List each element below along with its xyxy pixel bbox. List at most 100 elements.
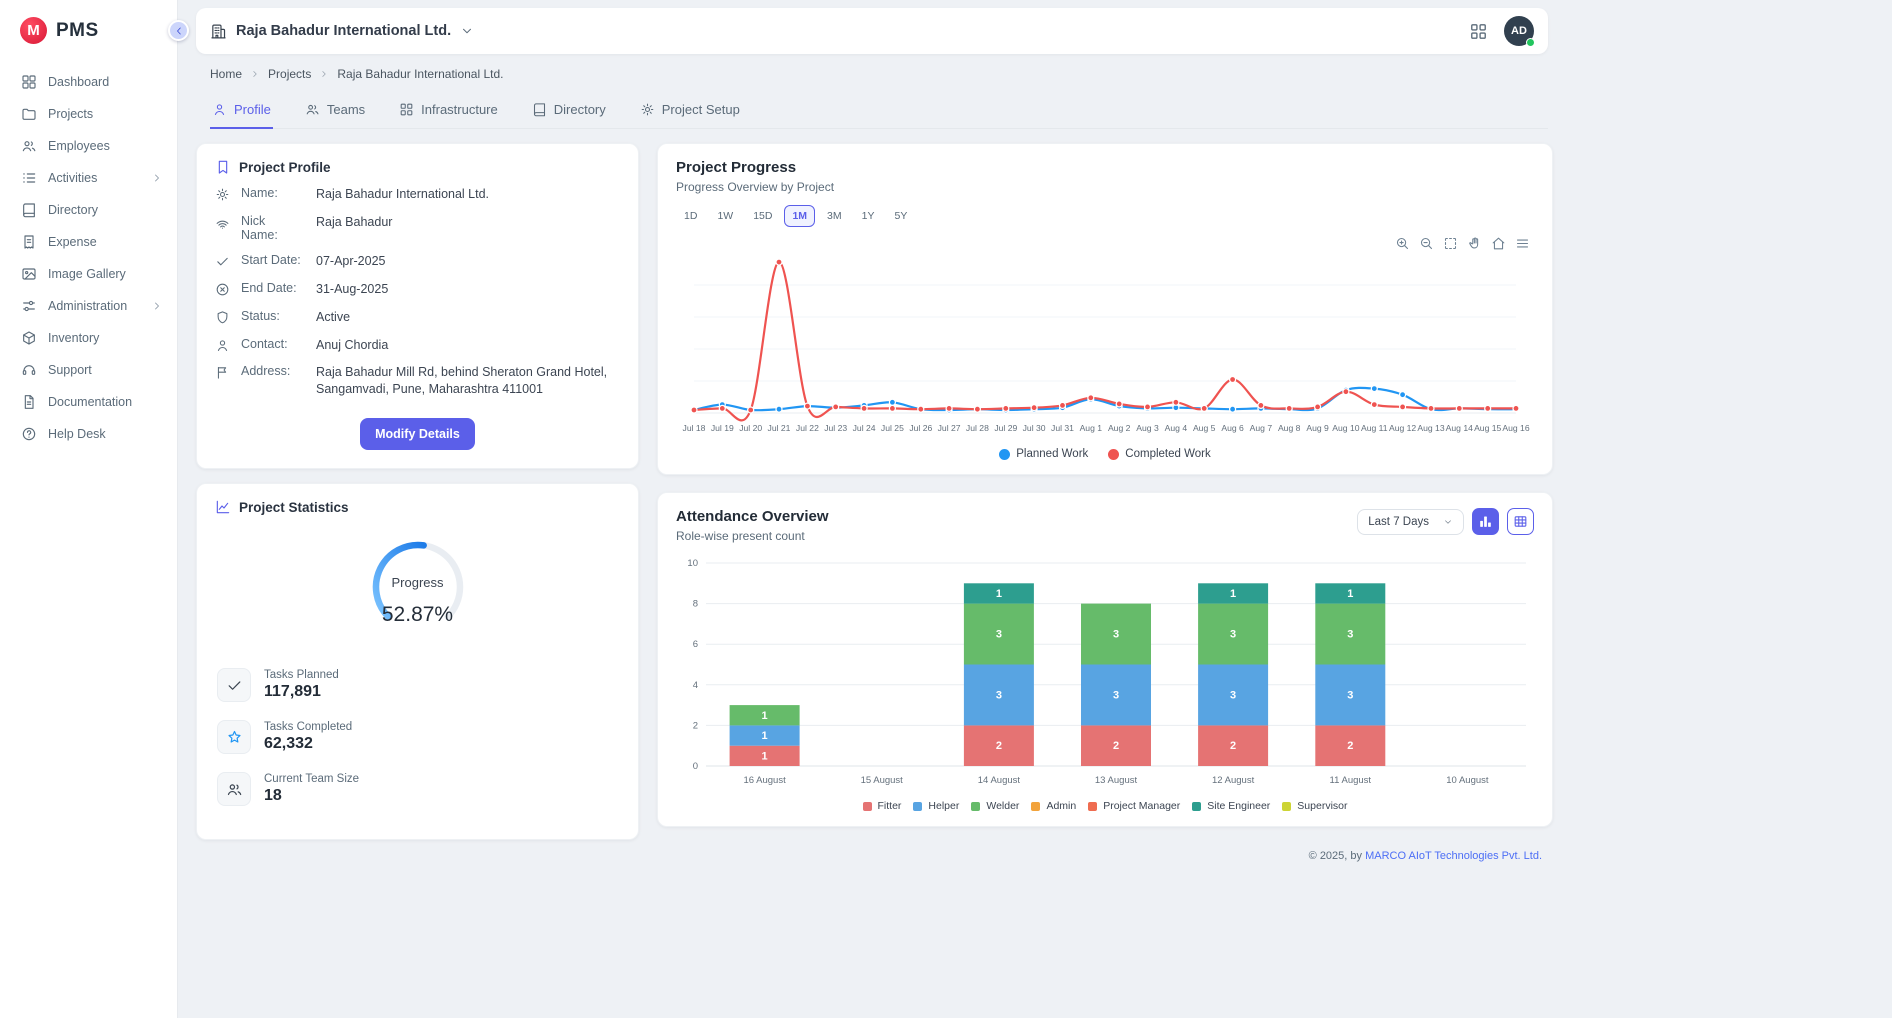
svg-text:1: 1 [1347, 588, 1353, 600]
app-name: PMS [56, 20, 99, 42]
legend-swatch [971, 802, 980, 811]
footer: © 2025, by MARCO AIoT Technologies Pvt. … [196, 850, 1548, 862]
sidebar-item-label: Directory [48, 203, 163, 217]
legend-item-completed-work[interactable]: Completed Work [1108, 448, 1210, 460]
range-button-1d[interactable]: 1D [676, 205, 705, 227]
legend-item-fitter[interactable]: Fitter [863, 800, 902, 812]
sidebar-item-activities[interactable]: Activities [0, 162, 177, 194]
profile-tab-icon [212, 102, 227, 117]
selection-icon[interactable] [1443, 236, 1458, 251]
breadcrumb-link-home[interactable]: Home [210, 67, 242, 81]
zoom-in-icon[interactable] [1395, 236, 1410, 251]
sidebar-item-help-desk[interactable]: Help Desk [0, 418, 177, 450]
profile-card-title: Project Profile [239, 160, 331, 175]
tab-directory[interactable]: Directory [530, 94, 608, 129]
sidebar-item-projects[interactable]: Projects [0, 98, 177, 130]
tab-infrastructure[interactable]: Infrastructure [397, 94, 500, 129]
legend-item-planned-work[interactable]: Planned Work [999, 448, 1088, 460]
tab-project-setup[interactable]: Project Setup [638, 94, 742, 129]
breadcrumb-link-projects[interactable]: Projects [268, 67, 311, 81]
legend-item-project-manager[interactable]: Project Manager [1088, 800, 1180, 812]
svg-text:1: 1 [762, 730, 768, 742]
svg-text:Aug 3: Aug 3 [1136, 423, 1159, 433]
svg-text:3: 3 [1230, 629, 1236, 641]
legend-item-helper[interactable]: Helper [913, 800, 959, 812]
menu-icon[interactable] [1515, 236, 1530, 251]
svg-text:3: 3 [996, 689, 1002, 701]
stat-label: Tasks Completed [264, 721, 352, 733]
sidebar-item-label: Employees [48, 139, 163, 153]
svg-text:Jul 30: Jul 30 [1023, 423, 1046, 433]
project-progress-card: Project Progress Progress Overview by Pr… [657, 143, 1553, 475]
range-button-1w[interactable]: 1W [709, 205, 741, 227]
legend-label: Helper [928, 800, 959, 812]
sidebar-item-documentation[interactable]: Documentation [0, 386, 177, 418]
expense-icon [21, 234, 37, 250]
stat-tasks-planned: Tasks Planned117,891 [215, 659, 620, 711]
svg-text:8: 8 [693, 599, 698, 610]
sidebar-item-employees[interactable]: Employees [0, 130, 177, 162]
svg-text:0: 0 [693, 761, 698, 772]
table-view-toggle[interactable] [1507, 508, 1534, 535]
inventory-icon [21, 330, 37, 346]
date-range-value: Last 7 Days [1368, 516, 1429, 528]
line-chart-canvas[interactable]: Jul 18Jul 19Jul 20Jul 21Jul 22Jul 23Jul … [676, 241, 1534, 446]
svg-text:3: 3 [1347, 629, 1353, 641]
progress-label: Progress [353, 575, 483, 590]
sidebar-item-expense[interactable]: Expense [0, 226, 177, 258]
sidebar-item-directory[interactable]: Directory [0, 194, 177, 226]
svg-text:Aug 4: Aug 4 [1165, 423, 1188, 433]
chart-view-toggle[interactable] [1472, 508, 1499, 535]
bar-chart-canvas[interactable]: 024681011116 August15 August233114 Augus… [676, 553, 1534, 798]
svg-text:Aug 6: Aug 6 [1221, 423, 1244, 433]
range-button-15d[interactable]: 15D [745, 205, 780, 227]
svg-text:Jul 24: Jul 24 [853, 423, 876, 433]
tab-profile[interactable]: Profile [210, 94, 273, 129]
apps-menu-button[interactable] [1469, 22, 1488, 41]
range-button-1m[interactable]: 1M [784, 205, 815, 227]
sidebar-item-image-gallery[interactable]: Image Gallery [0, 258, 177, 290]
bookmark-icon [215, 159, 231, 175]
zoom-out-icon[interactable] [1419, 236, 1434, 251]
field-label: Name: [241, 186, 305, 203]
sidebar-collapse-button[interactable] [168, 20, 189, 41]
pan-icon[interactable] [1467, 236, 1482, 251]
sidebar-item-administration[interactable]: Administration [0, 290, 177, 322]
date-range-select[interactable]: Last 7 Days [1357, 509, 1464, 535]
bar-chart-icon [1478, 514, 1493, 529]
range-button-5y[interactable]: 5Y [886, 205, 915, 227]
modify-details-button[interactable]: Modify Details [360, 418, 475, 450]
range-button-1y[interactable]: 1Y [854, 205, 883, 227]
sidebar-item-inventory[interactable]: Inventory [0, 322, 177, 354]
sidebar: M PMS Dashboard Projects Employees Activiti… [0, 0, 178, 1018]
svg-text:Jul 22: Jul 22 [796, 423, 819, 433]
footer-link[interactable]: MARCO AIoT Technologies Pvt. Ltd. [1365, 850, 1542, 862]
stat-label: Tasks Planned [264, 669, 339, 681]
svg-text:2: 2 [693, 720, 698, 731]
legend-item-admin[interactable]: Admin [1031, 800, 1076, 812]
range-button-3m[interactable]: 3M [819, 205, 850, 227]
field-label: Start Date: [241, 253, 305, 270]
tab-teams[interactable]: Teams [303, 94, 367, 129]
legend-item-site-engineer[interactable]: Site Engineer [1192, 800, 1270, 812]
project-profile-card: Project Profile Name:Raja Bahadur Intern… [196, 143, 639, 469]
footer-text: © 2025, by [1309, 850, 1362, 862]
legend-swatch [913, 802, 922, 811]
legend-label: Supervisor [1297, 800, 1347, 812]
company-selector[interactable]: Raja Bahadur International Ltd. [210, 23, 474, 40]
svg-text:Aug 1: Aug 1 [1080, 423, 1103, 433]
legend-dot [1108, 449, 1119, 460]
svg-text:Jul 25: Jul 25 [881, 423, 904, 433]
user-avatar[interactable]: AD [1504, 16, 1534, 46]
profile-field-nick-name: Nick Name:Raja Bahadur [215, 214, 620, 242]
sidebar-item-label: Projects [48, 107, 163, 121]
profile-field-name: Name:Raja Bahadur International Ltd. [215, 186, 620, 203]
app-logo[interactable]: M PMS [0, 0, 177, 58]
field-value: Anuj Chordia [316, 337, 620, 354]
legend-item-supervisor[interactable]: Supervisor [1282, 800, 1347, 812]
sidebar-item-support[interactable]: Support [0, 354, 177, 386]
stat-current-team-size: Current Team Size18 [215, 763, 620, 815]
home-icon[interactable] [1491, 236, 1506, 251]
sidebar-item-dashboard[interactable]: Dashboard [0, 66, 177, 98]
legend-item-welder[interactable]: Welder [971, 800, 1019, 812]
